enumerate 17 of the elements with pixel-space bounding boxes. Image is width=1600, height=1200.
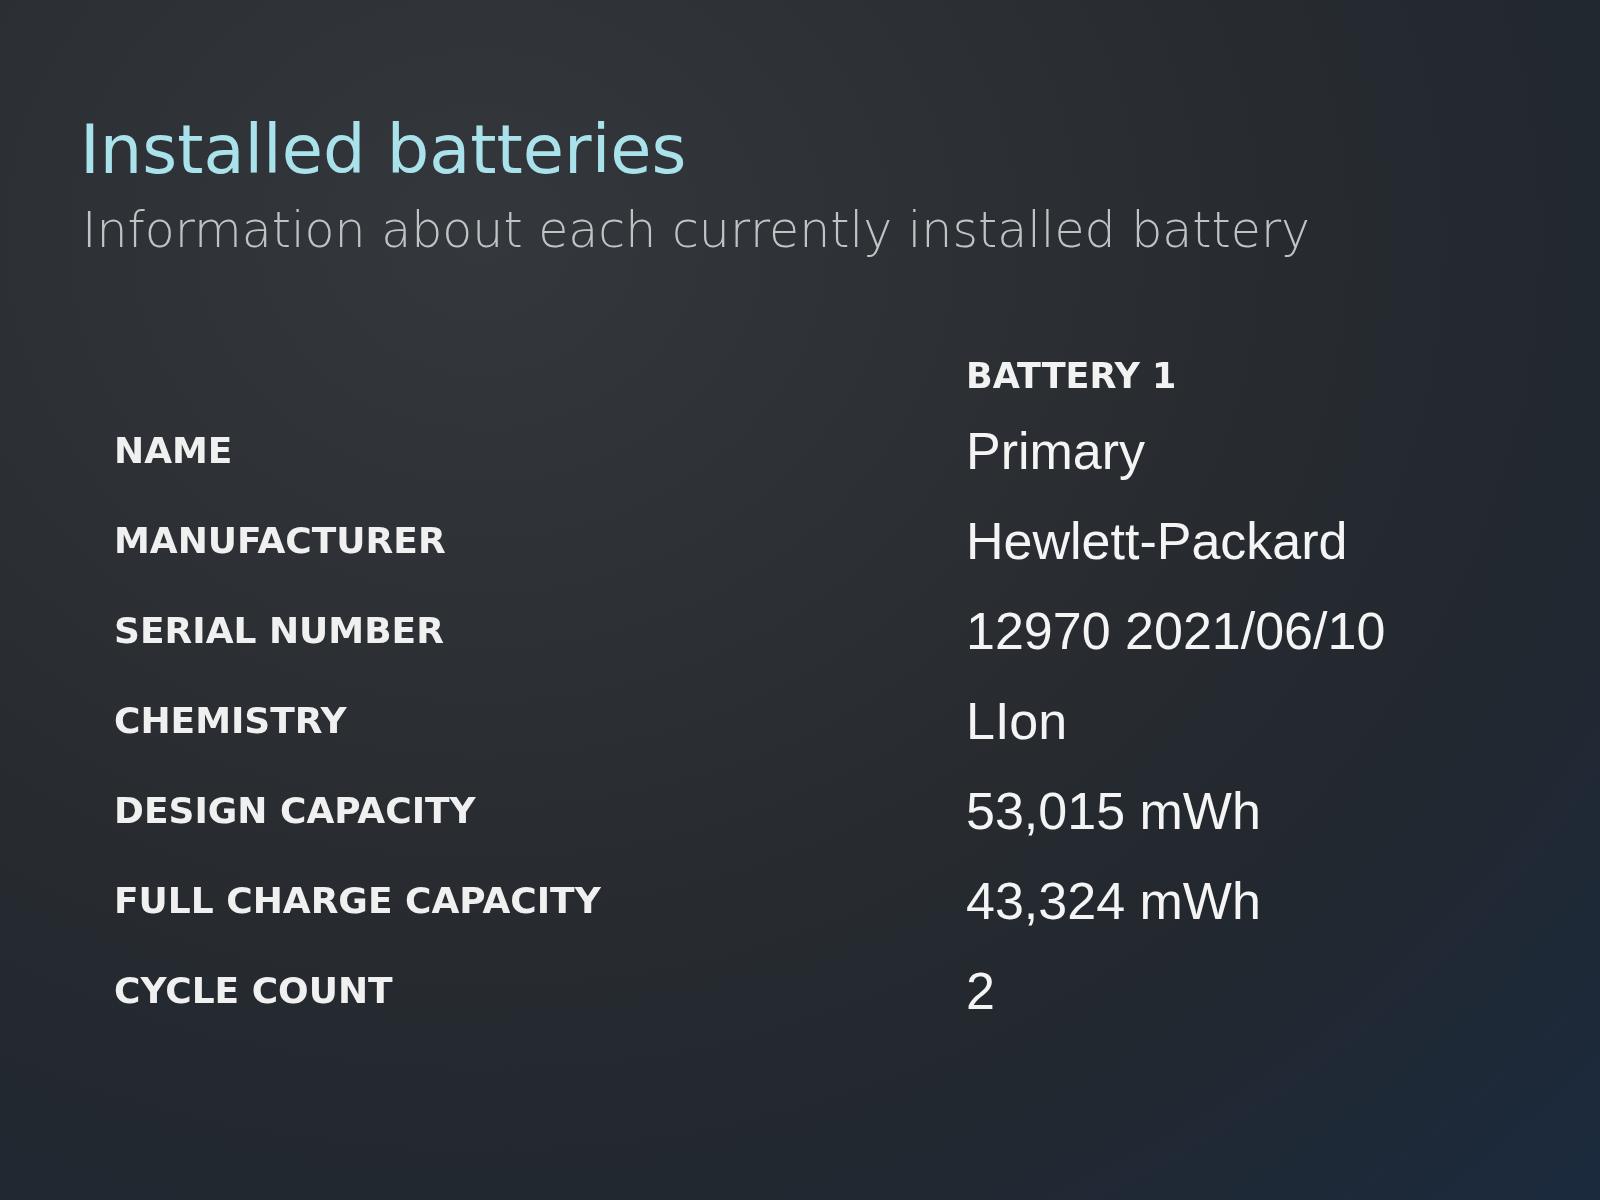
row-label: DESIGN CAPACITY bbox=[114, 789, 476, 833]
table-cell-text: Primary bbox=[966, 421, 1146, 482]
row-label: FULL CHARGE CAPACITY bbox=[114, 879, 601, 923]
row-label: NAME bbox=[114, 429, 233, 473]
column-header: BATTERY 1 bbox=[966, 355, 1178, 398]
table-cell-text: 43,324 mWh bbox=[966, 871, 1261, 932]
row-label: SERIAL NUMBER bbox=[114, 609, 444, 653]
table-cell-text: 53,015 mWh bbox=[966, 781, 1261, 842]
section-subtitle: Information about each currently installed battery bbox=[82, 201, 1311, 261]
table-cell-text: 2 bbox=[966, 961, 995, 1022]
row-label: MANUFACTURER bbox=[114, 519, 446, 563]
section-title: Installed batteries bbox=[80, 110, 687, 191]
row-label: CHEMISTRY bbox=[114, 699, 347, 743]
table-cell-text: LIon bbox=[966, 691, 1068, 752]
table-cell-text: Hewlett-Packard bbox=[966, 511, 1348, 572]
table-cell-text: 12970 2021/06/10 bbox=[966, 601, 1386, 662]
row-label: CYCLE COUNT bbox=[114, 969, 393, 1013]
